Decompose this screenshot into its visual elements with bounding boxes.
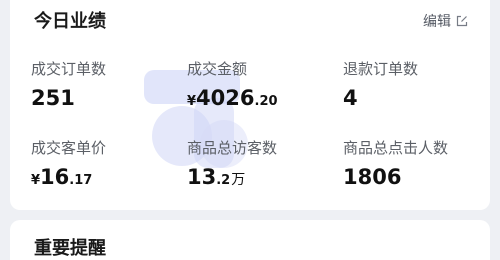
metric-refund-count[interactable]: 退款订单数 4 (343, 58, 418, 111)
metric-order-count[interactable]: 成交订单数 251 (31, 58, 106, 111)
value-integer: 16 (40, 165, 70, 189)
today-performance-card: 今日业绩 编辑 成交订单数 251 成交金额 ¥4026.20 退款订单数 4 … (10, 0, 490, 210)
metric-value: ¥16.17 (31, 164, 106, 194)
metric-product-clickers[interactable]: 商品总点击人数 1806 (343, 137, 448, 190)
important-reminder-card: 重要提醒 (10, 220, 490, 260)
value-decimal: .20 (254, 94, 278, 109)
value-integer: 4026 (196, 86, 255, 110)
section-title: 重要提醒 (34, 238, 106, 259)
metric-label: 成交客单价 (31, 139, 107, 157)
metric-value: 13.2万 (187, 164, 277, 194)
metric-value: ¥4026.20 (187, 85, 278, 115)
metric-value: 4 (343, 86, 358, 110)
value-unit: 万 (231, 172, 246, 188)
metric-label: 商品总访客数 (187, 139, 278, 157)
metric-label: 商品总点击人数 (343, 139, 449, 157)
metric-product-visitors[interactable]: 商品总访客数 13.2万 (187, 137, 277, 194)
edit-icon (456, 15, 468, 27)
metric-label: 成交金额 (187, 60, 248, 78)
metric-value: 251 (31, 86, 75, 110)
currency-symbol: ¥ (187, 94, 197, 109)
metric-sales-amount[interactable]: 成交金额 ¥4026.20 (187, 58, 278, 115)
edit-label: 编辑 (423, 14, 451, 30)
currency-symbol: ¥ (31, 173, 41, 188)
metric-avg-order-value[interactable]: 成交客单价 ¥16.17 (31, 137, 106, 194)
value-integer: 13 (187, 165, 217, 189)
metric-value: 1806 (343, 165, 402, 189)
metric-label: 退款订单数 (343, 60, 419, 78)
card-title: 今日业绩 (34, 11, 106, 32)
value-decimal: .17 (69, 173, 93, 188)
edit-button[interactable]: 编辑 (423, 11, 468, 31)
value-decimal: .2 (216, 173, 231, 188)
metric-label: 成交订单数 (31, 60, 107, 78)
